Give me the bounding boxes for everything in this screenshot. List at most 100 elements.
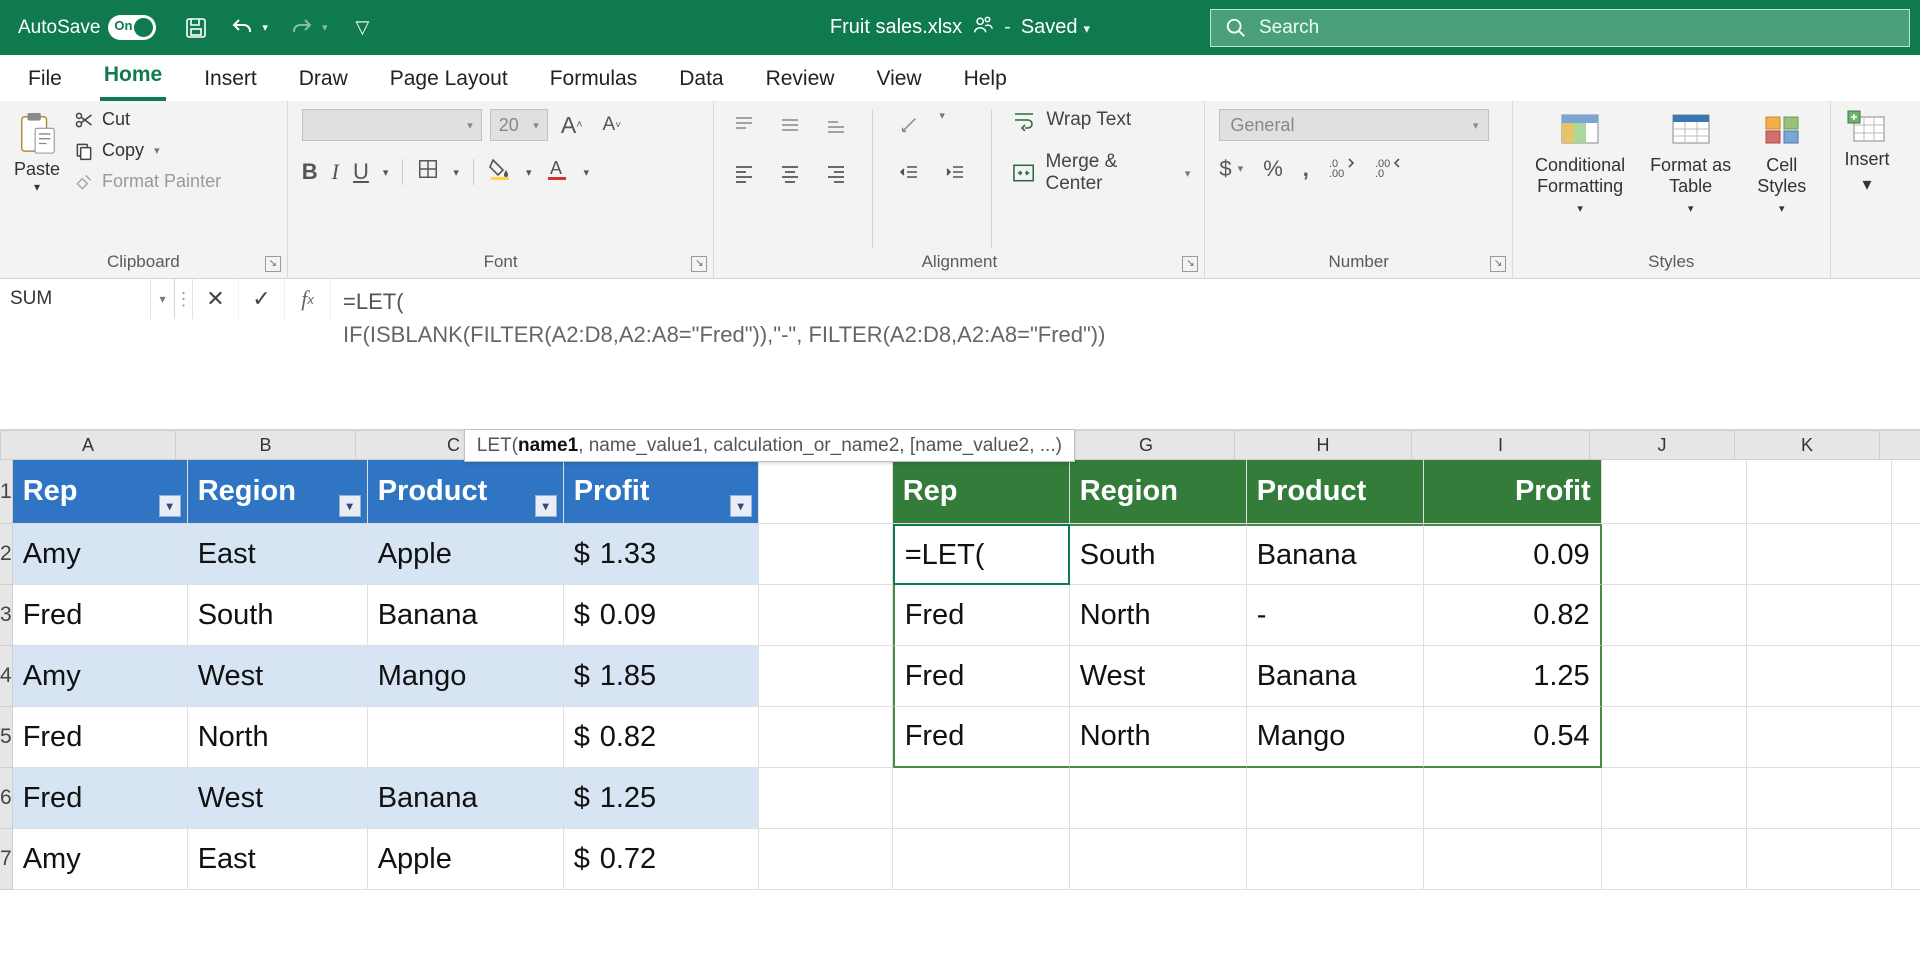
cell[interactable]: North: [1070, 585, 1247, 646]
filter-dropdown-icon[interactable]: ▾: [535, 495, 557, 517]
chevron-down-icon[interactable]: ▾: [583, 166, 589, 179]
cancel-formula-button[interactable]: ✕: [193, 279, 239, 319]
format-painter-button[interactable]: Format Painter: [74, 171, 221, 192]
cell[interactable]: Fred: [13, 768, 188, 829]
cell[interactable]: 0.09: [1424, 524, 1602, 585]
orientation-icon[interactable]: [893, 109, 925, 141]
increase-decimal-button[interactable]: .0.00: [1329, 155, 1355, 182]
cell[interactable]: 0.54: [1424, 707, 1602, 768]
tab-data[interactable]: Data: [675, 57, 727, 101]
cell[interactable]: Fred: [13, 707, 188, 768]
column-header-K[interactable]: K: [1735, 431, 1880, 459]
chevron-down-icon[interactable]: ▾: [453, 166, 459, 179]
cell[interactable]: North: [1070, 707, 1247, 768]
cells-area[interactable]: Rep▾Region▾Product▾Profit▾RepRegionProdu…: [13, 460, 1920, 890]
increase-indent-icon[interactable]: [939, 157, 971, 189]
column-header-I[interactable]: I: [1412, 431, 1590, 459]
chevron-down-icon[interactable]: ▾: [1688, 202, 1694, 215]
cut-button[interactable]: Cut: [74, 109, 221, 130]
chevron-down-icon[interactable]: ▾: [1577, 202, 1583, 215]
left-table-header[interactable]: Rep▾: [13, 460, 188, 524]
cell[interactable]: 0.82: [1424, 585, 1602, 646]
filter-dropdown-icon[interactable]: ▾: [159, 495, 181, 517]
fill-color-button[interactable]: [488, 157, 512, 187]
column-header-A[interactable]: A: [1, 431, 176, 459]
right-table-header[interactable]: Profit: [1424, 460, 1602, 524]
cell[interactable]: West: [188, 768, 368, 829]
cell[interactable]: $ 1.33: [564, 524, 759, 585]
cell[interactable]: Amy: [13, 524, 188, 585]
cell[interactable]: [368, 707, 564, 768]
column-header-G[interactable]: G: [1058, 431, 1235, 459]
tab-help[interactable]: Help: [960, 57, 1011, 101]
cell[interactable]: Banana: [1247, 524, 1424, 585]
underline-button[interactable]: U: [353, 159, 369, 185]
left-table-header[interactable]: Product▾: [368, 460, 564, 524]
decrease-indent-icon[interactable]: [893, 157, 925, 189]
tab-review[interactable]: Review: [762, 57, 839, 101]
chevron-down-icon[interactable]: ▾: [526, 166, 532, 179]
cell[interactable]: East: [188, 524, 368, 585]
dialog-launcher-icon[interactable]: ↘: [1182, 256, 1198, 272]
tab-page-layout[interactable]: Page Layout: [386, 57, 512, 101]
filter-dropdown-icon[interactable]: ▾: [730, 495, 752, 517]
align-right-icon[interactable]: [820, 157, 852, 189]
cell[interactable]: Amy: [13, 646, 188, 707]
tab-file[interactable]: File: [24, 57, 66, 101]
row-header-4[interactable]: 4: [0, 646, 13, 707]
italic-button[interactable]: I: [332, 159, 339, 185]
name-box-input[interactable]: [0, 279, 150, 319]
comma-format-button[interactable]: ,: [1303, 156, 1309, 182]
align-bottom-icon[interactable]: [820, 109, 852, 141]
conditional-formatting-button[interactable]: Conditional Formatting▾: [1527, 109, 1633, 215]
font-size-combo[interactable]: 20▾: [490, 109, 548, 141]
cell[interactable]: West: [188, 646, 368, 707]
chevron-down-icon[interactable]: ▾: [1238, 162, 1244, 175]
insert-function-button[interactable]: fx: [285, 279, 331, 319]
right-table-header[interactable]: Rep: [893, 460, 1070, 524]
chevron-down-icon[interactable]: ▾: [154, 144, 160, 157]
dialog-launcher-icon[interactable]: ↘: [1490, 256, 1506, 272]
undo-dropdown-icon[interactable]: ▾: [262, 21, 268, 34]
row-header-3[interactable]: 3: [0, 585, 13, 646]
cell[interactable]: Mango: [1247, 707, 1424, 768]
cell[interactable]: Mango: [368, 646, 564, 707]
cell[interactable]: Fred: [13, 585, 188, 646]
cell[interactable]: Banana: [368, 768, 564, 829]
chevron-down-icon[interactable]: ▾: [150, 279, 174, 319]
column-header-H[interactable]: H: [1235, 431, 1412, 459]
left-table-header[interactable]: Region▾: [188, 460, 368, 524]
number-format-combo[interactable]: General▾: [1219, 109, 1489, 141]
cell[interactable]: $ 0.72: [564, 829, 759, 890]
cell[interactable]: Fred: [893, 585, 1070, 646]
align-left-icon[interactable]: [728, 157, 760, 189]
paste-button[interactable]: Paste ▾: [14, 109, 60, 194]
cell[interactable]: South: [188, 585, 368, 646]
align-center-icon[interactable]: [774, 157, 806, 189]
dialog-launcher-icon[interactable]: ↘: [691, 256, 707, 272]
column-header-B[interactable]: B: [176, 431, 356, 459]
cell[interactable]: Banana: [1247, 646, 1424, 707]
cell[interactable]: Fred: [893, 646, 1070, 707]
copy-button[interactable]: Copy ▾: [74, 140, 221, 161]
cell[interactable]: $ 1.85: [564, 646, 759, 707]
insert-cells-button[interactable]: Insert ▾: [1845, 109, 1890, 195]
cell[interactable]: East: [188, 829, 368, 890]
merge-center-button[interactable]: Merge & Center ▾: [1012, 151, 1190, 195]
search-input[interactable]: [1259, 17, 1895, 39]
percent-format-button[interactable]: %: [1263, 156, 1283, 182]
row-header-2[interactable]: 2: [0, 524, 13, 585]
search-box[interactable]: [1210, 9, 1910, 47]
cell[interactable]: $ 1.25: [564, 768, 759, 829]
wrap-text-button[interactable]: Wrap Text: [1012, 109, 1190, 131]
right-table-header[interactable]: Product: [1247, 460, 1424, 524]
tab-view[interactable]: View: [872, 57, 925, 101]
borders-button[interactable]: [417, 158, 439, 186]
cell[interactable]: Apple: [368, 829, 564, 890]
toggle-switch[interactable]: On: [108, 15, 156, 40]
row-header-6[interactable]: 6: [0, 768, 13, 829]
cell[interactable]: -: [1247, 585, 1424, 646]
right-table-header[interactable]: Region: [1070, 460, 1247, 524]
formula-input[interactable]: =LET( IF(ISBLANK(FILTER(A2:D8,A2:A8="Fre…: [331, 279, 1920, 429]
column-header-L[interactable]: L: [1880, 431, 1920, 459]
